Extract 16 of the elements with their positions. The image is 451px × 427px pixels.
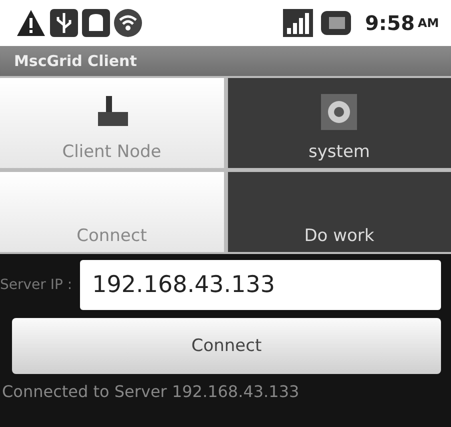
notification-icon	[82, 9, 110, 37]
clock-period: AM	[418, 16, 439, 30]
status-message: Connected to Server 192.168.43.133	[1, 382, 300, 401]
signal-icon	[283, 9, 314, 37]
field-label: Server IP :	[0, 277, 72, 293]
connect-button[interactable]: Connect	[12, 318, 441, 374]
tab[interactable]: system	[228, 78, 451, 168]
tab[interactable]: Do work	[228, 172, 451, 252]
gear-icon	[321, 94, 358, 130]
title-bar: MscGrid Client	[0, 46, 451, 76]
clock-time: 9:58	[365, 11, 415, 35]
server-ip-field[interactable]: 192.168.43.133	[80, 260, 441, 310]
usb-icon	[50, 9, 78, 37]
battery-icon	[321, 11, 352, 35]
warning-icon	[16, 9, 46, 37]
wifi-icon	[114, 9, 142, 37]
